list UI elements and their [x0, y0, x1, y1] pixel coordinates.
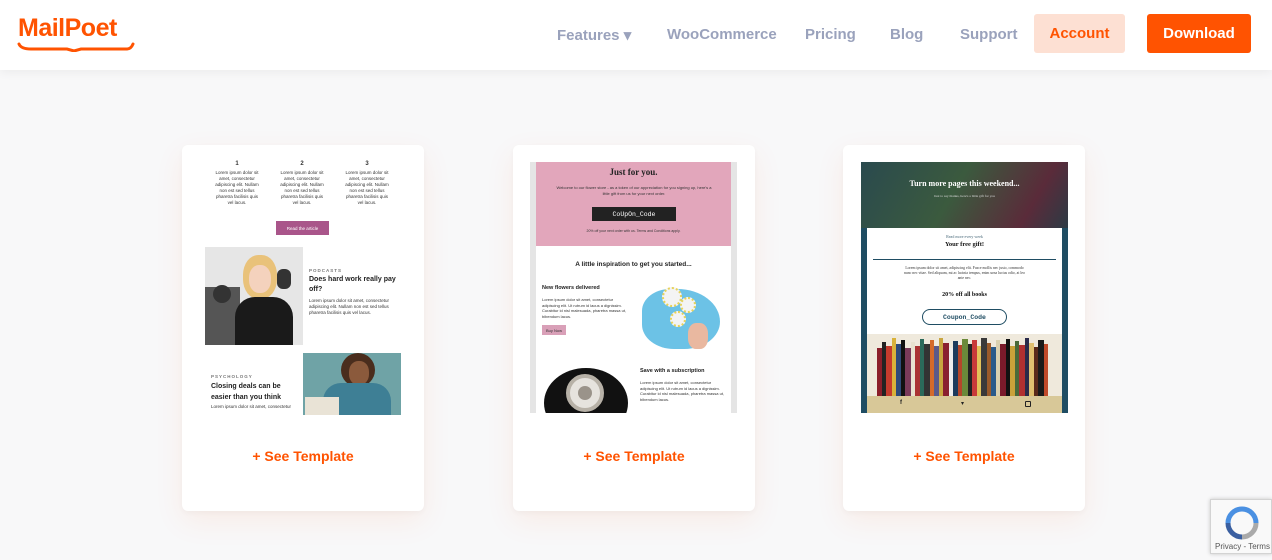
- product-text: Lorem ipsum dolor sit amet, consectetur …: [640, 380, 725, 402]
- see-template-link[interactable]: + See Template: [182, 448, 424, 464]
- inspiration-heading: A little inspiration to get you started.…: [575, 261, 692, 268]
- social-footer: f ▾: [867, 396, 1062, 413]
- psychology-photo: [303, 353, 401, 415]
- account-button[interactable]: Account: [1034, 14, 1125, 53]
- product-text: Lorem ipsum dolor sit amet, consectetur …: [542, 297, 627, 319]
- column-number: 3: [365, 161, 369, 167]
- nav-blog[interactable]: Blog: [890, 26, 923, 43]
- download-button[interactable]: Download: [1147, 14, 1251, 53]
- bookshelf-photo: [867, 334, 1062, 396]
- read-more-link: Read more every week: [946, 234, 983, 239]
- site-header: MailPoet Features ▾ WooCommerce Pricing …: [0, 0, 1272, 70]
- see-template-link[interactable]: + See Template: [843, 448, 1085, 464]
- nav-pricing[interactable]: Pricing: [805, 26, 856, 43]
- logo-underline-icon: [17, 42, 135, 52]
- product-item-2: Save with a subscription Lorem ipsum dol…: [640, 368, 728, 402]
- twitter-icon: ▾: [961, 401, 965, 407]
- banner-subtitle: Just to say thanks, here's a little gift…: [934, 194, 995, 198]
- recaptcha-badge[interactable]: Privacy - Terms: [1210, 499, 1272, 554]
- article-title: Closing deals can be easier than you thi…: [211, 383, 282, 401]
- buy-now-button: Buy Now: [542, 325, 566, 335]
- coupon-code: CoUpOn_Code: [592, 207, 676, 221]
- offer-text: 20% off all books: [942, 292, 987, 298]
- template-preview-books[interactable]: Turn more pages this weekend... Just to …: [861, 162, 1068, 413]
- column-number: 1: [235, 161, 239, 167]
- email-intro: Welcome to our flower store - as a token…: [556, 185, 712, 196]
- article-kicker: PSYCHOLOGY: [211, 374, 253, 379]
- divider: [873, 259, 1056, 260]
- template-preview-flowers[interactable]: Just for you. Welcome to our flower stor…: [530, 162, 737, 413]
- fine-print: 20% off your next order with us. Terms a…: [586, 229, 681, 233]
- product-item-1: New flowers delivered Lorem ipsum dolor …: [542, 285, 630, 335]
- nav-support[interactable]: Support: [960, 26, 1018, 43]
- rose-photo: [542, 362, 628, 413]
- free-gift-heading: Your free gift!: [944, 241, 985, 248]
- article-title: Does hard work really pay off?: [309, 276, 396, 293]
- recaptcha-icon: [1225, 506, 1259, 540]
- pink-header: Just for you. Welcome to our flower stor…: [536, 162, 731, 246]
- column-text: Lorem ipsum dolor sit amet, consectetur …: [215, 170, 259, 205]
- column-2: 2 Lorem ipsum dolor sit amet, consectetu…: [278, 161, 326, 206]
- recaptcha-links[interactable]: Privacy - Terms: [1215, 542, 1270, 551]
- template-preview-newsletter[interactable]: 1 Lorem ipsum dolor sit amet, consectetu…: [205, 160, 401, 415]
- podcast-photo: [205, 247, 303, 345]
- product-title: New flowers delivered: [542, 285, 600, 291]
- article-text: Lorem ipsum dolor sit amet, consectetur: [211, 404, 292, 409]
- email-heading: Just for you.: [609, 167, 658, 177]
- column-text: Lorem ipsum dolor sit amet, consectetur …: [280, 170, 324, 205]
- column-3: 3 Lorem ipsum dolor sit amet, consectetu…: [343, 161, 391, 206]
- column-1: 1 Lorem ipsum dolor sit amet, consectetu…: [213, 161, 261, 206]
- product-title: Save with a subscription: [640, 368, 705, 374]
- nav-features[interactable]: Features ▾: [557, 26, 631, 44]
- body-text: Lorem ipsum dolor sit amet, adipiscing e…: [903, 266, 1026, 280]
- column-text: Lorem ipsum dolor sit amet, consectetur …: [345, 170, 389, 205]
- template-card-2[interactable]: Just for you. Welcome to our flower stor…: [513, 145, 755, 511]
- banner-photo: Turn more pages this weekend... Just to …: [861, 162, 1068, 228]
- flowers-photo: [638, 283, 724, 353]
- column-number: 2: [300, 161, 304, 167]
- article-1: PODCASTS Does hard work really pay off? …: [309, 268, 399, 316]
- banner-title: Turn more pages this weekend...: [909, 179, 1020, 188]
- read-article-button: Read the article: [276, 221, 329, 235]
- article-text: Lorem ipsum dolor sit amet, consectetur …: [309, 298, 390, 315]
- facebook-icon: f: [900, 400, 902, 406]
- coupon-code: Coupon_Code: [922, 309, 1007, 325]
- template-card-3[interactable]: Turn more pages this weekend... Just to …: [843, 145, 1085, 511]
- nav-woocommerce[interactable]: WooCommerce: [667, 26, 777, 43]
- article-2: PSYCHOLOGY Closing deals can be easier t…: [211, 374, 299, 410]
- see-template-link[interactable]: + See Template: [513, 448, 755, 464]
- template-card-1[interactable]: 1 Lorem ipsum dolor sit amet, consectetu…: [182, 145, 424, 511]
- mailpoet-logo[interactable]: MailPoet: [17, 12, 135, 52]
- article-kicker: PODCASTS: [309, 268, 343, 273]
- instagram-icon: [1025, 401, 1031, 407]
